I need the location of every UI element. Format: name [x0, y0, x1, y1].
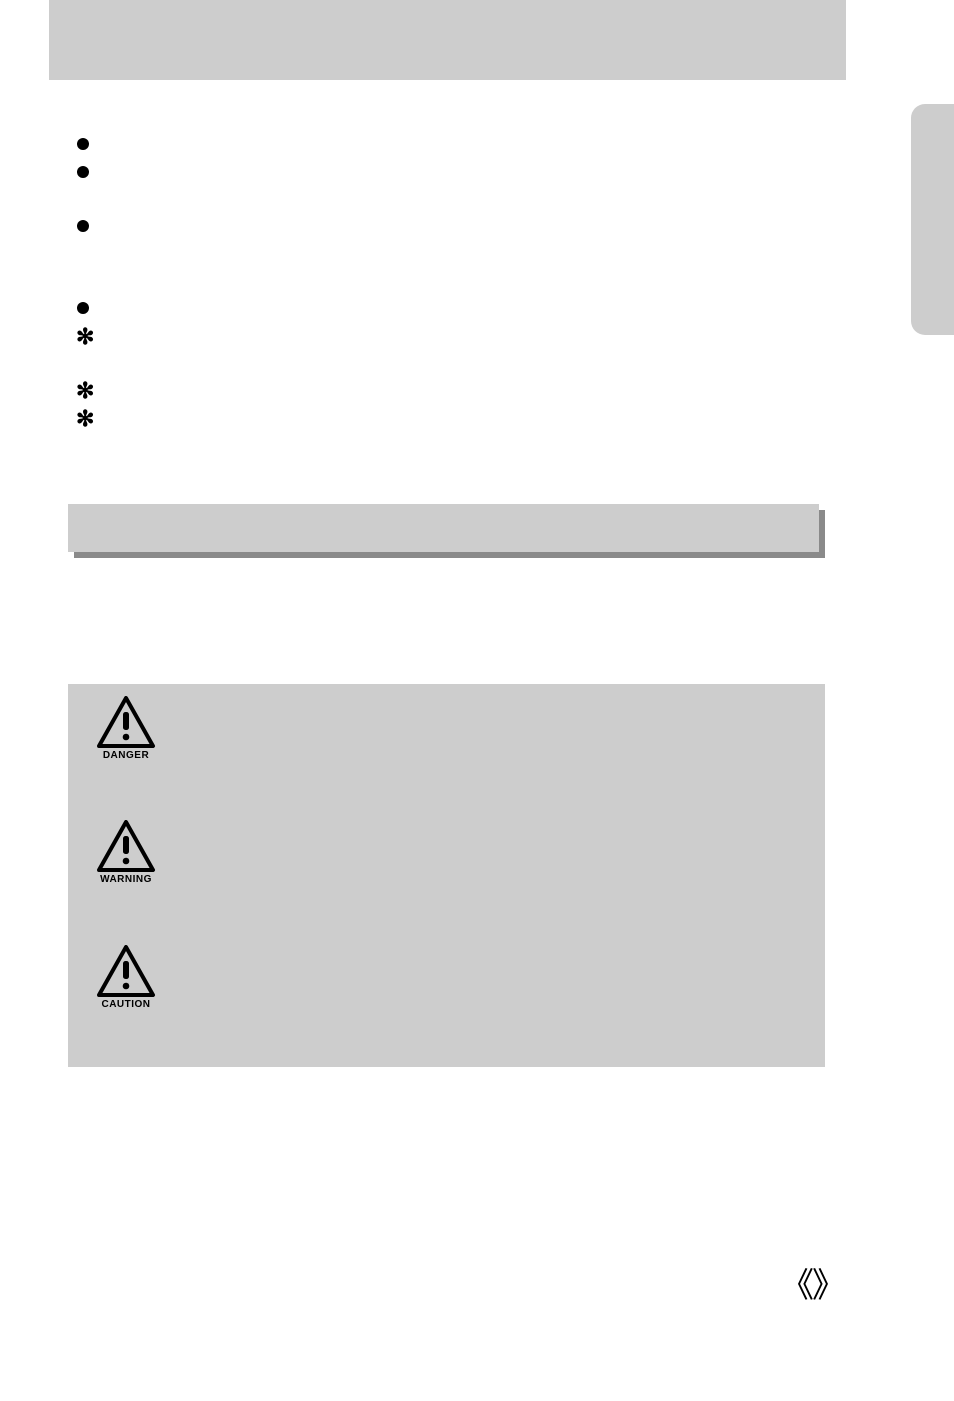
hazard-definitions-box: DANGER WARNING CAUTION	[68, 684, 825, 1067]
side-tab	[911, 104, 954, 335]
bullet-icon	[77, 166, 89, 178]
asterisk-icon: ✻	[76, 326, 94, 348]
angle-bracket-right: 》	[812, 1258, 846, 1307]
asterisk-icon: ✻	[76, 380, 94, 402]
section-header	[68, 504, 825, 552]
bullet-icon	[77, 302, 89, 314]
caution-label: CAUTION	[96, 999, 156, 1010]
bullet-icon	[77, 138, 89, 150]
danger-symbol: DANGER	[96, 696, 156, 761]
warning-symbol: WARNING	[96, 820, 156, 885]
caution-symbol: CAUTION	[96, 945, 156, 1010]
angle-bracket-left: 《	[780, 1258, 814, 1307]
title-bar	[49, 0, 846, 80]
page: ✻ ✻ ✻ DANGER WARNING	[0, 0, 954, 1401]
asterisk-icon: ✻	[76, 408, 94, 430]
bullet-icon	[77, 220, 89, 232]
warning-label: WARNING	[96, 874, 156, 885]
danger-label: DANGER	[96, 750, 156, 761]
